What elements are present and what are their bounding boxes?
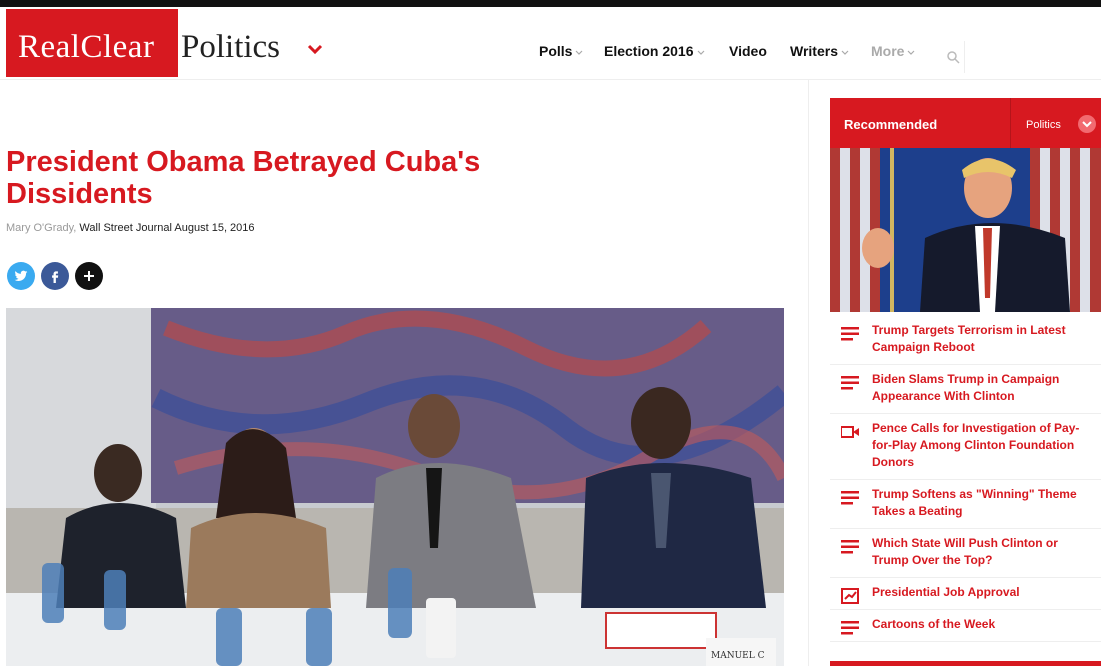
chevron-down-icon (841, 50, 849, 56)
site-header: RealClear Politics Polls Election 2016 V… (0, 7, 1101, 80)
recommended-item-title[interactable]: Trump Softens as "Winning" Theme Takes a… (830, 480, 1101, 528)
chevron-down-icon (576, 50, 583, 56)
article-list-icon (841, 491, 859, 505)
source-name[interactable]: Wall Street Journal (79, 222, 172, 234)
search-input[interactable] (964, 41, 1101, 73)
video-camera-icon (841, 426, 859, 438)
recommended-item-title[interactable]: Biden Slams Trump in Campaign Appearance… (830, 365, 1101, 413)
recommended-item[interactable]: Presidential Job Approval (830, 578, 1101, 610)
nav-label: Election 2016 (604, 43, 694, 59)
chevron-down-icon (697, 50, 704, 56)
chevron-down-icon[interactable] (307, 41, 323, 57)
recommended-item-title[interactable]: Pence Calls for Investigation of Pay-for… (830, 414, 1101, 479)
browser-top-strip (0, 0, 1101, 7)
recommended-item-title[interactable]: Trump Targets Terrorism in Latest Campai… (830, 316, 1101, 364)
recommended-category-select[interactable]: Politics (1026, 119, 1061, 131)
recommended-featured-image[interactable] (830, 148, 1101, 312)
recommended-item[interactable]: Biden Slams Trump in Campaign Appearance… (830, 365, 1101, 414)
logo-realclear-text: RealClear (18, 29, 155, 65)
facebook-icon (52, 271, 59, 283)
article-list-icon (841, 376, 859, 390)
share-twitter-button[interactable] (7, 262, 35, 290)
article-photo-illustration: MANUEL C (6, 308, 784, 666)
nav-election-2016[interactable]: Election 2016 (604, 43, 705, 59)
publish-date: August 15, 2016 (174, 222, 255, 234)
article-list-icon (841, 540, 859, 554)
share-more-button[interactable] (75, 262, 103, 290)
byline: Mary O'Grady, Wall Street Journal August… (6, 222, 255, 234)
logo[interactable]: RealClear (6, 9, 178, 77)
recommended-item-title[interactable]: Which State Will Push Clinton or Trump O… (830, 529, 1101, 577)
recommended-dropdown-button[interactable] (1078, 115, 1096, 133)
nav-video[interactable]: Video (729, 43, 767, 59)
logo-politics-text[interactable]: Politics (181, 29, 280, 66)
article-photo: MANUEL C (6, 308, 784, 666)
sidebar-bottom-bar (830, 661, 1101, 666)
recommended-separator (1010, 98, 1011, 148)
article-list-icon (841, 327, 859, 341)
column-divider (808, 80, 809, 666)
chevron-down-icon (908, 50, 915, 56)
recommended-item-title[interactable]: Cartoons of the Week (830, 610, 1101, 641)
nav-writers[interactable]: Writers (790, 43, 849, 59)
recommended-item[interactable]: Pence Calls for Investigation of Pay-for… (830, 414, 1101, 480)
search-icon[interactable] (946, 50, 960, 64)
recommended-item[interactable]: Cartoons of the Week (830, 610, 1101, 642)
recommended-item[interactable]: Trump Softens as "Winning" Theme Takes a… (830, 480, 1101, 529)
recommended-title: Recommended (844, 117, 938, 132)
chart-icon (841, 588, 859, 604)
article-list-icon (841, 621, 859, 635)
article-title: President Obama Betrayed Cuba's Dissiden… (6, 146, 481, 210)
nav-more[interactable]: More (871, 43, 915, 59)
author-link[interactable]: Mary O'Grady (6, 222, 73, 234)
plus-icon (84, 271, 94, 281)
nameplate-text: MANUEL C (711, 651, 765, 661)
twitter-icon (14, 270, 28, 282)
nav-label: More (871, 43, 905, 59)
nav-label: Writers (790, 43, 838, 59)
nav-label: Video (729, 43, 767, 59)
recommended-item[interactable]: Which State Will Push Clinton or Trump O… (830, 529, 1101, 578)
recommended-item[interactable]: Trump Targets Terrorism in Latest Campai… (830, 316, 1101, 365)
share-facebook-button[interactable] (41, 262, 69, 290)
recommended-header: Recommended Politics (830, 98, 1101, 148)
recommended-item-title[interactable]: Presidential Job Approval (830, 578, 1101, 609)
chevron-down-icon (1082, 121, 1092, 128)
nav-label: Polls (539, 43, 573, 59)
nav-polls[interactable]: Polls (539, 43, 583, 59)
featured-image-illustration (830, 148, 1101, 312)
recommended-list: Trump Targets Terrorism in Latest Campai… (830, 316, 1101, 642)
